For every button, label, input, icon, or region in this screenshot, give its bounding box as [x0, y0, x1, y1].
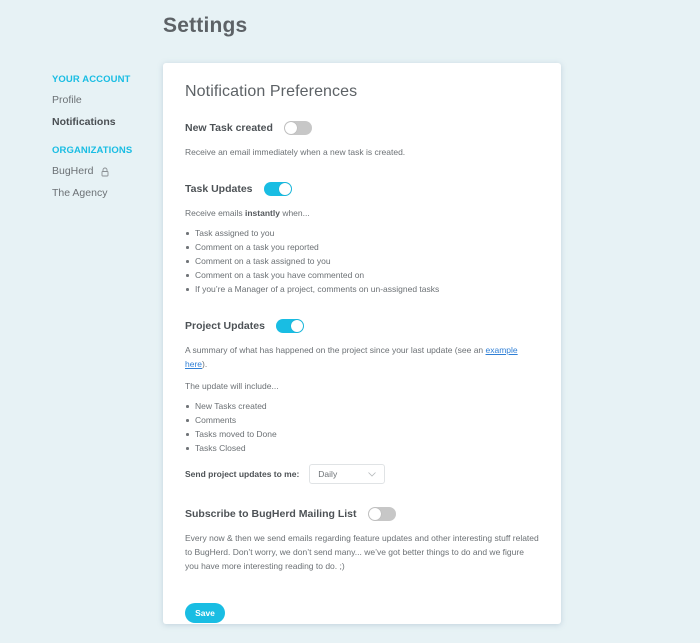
sidebar: YOUR ACCOUNT Profile Notifications ORGAN… [52, 74, 152, 209]
list-item: New Tasks created [185, 399, 539, 413]
task-updates-label: Task Updates [185, 183, 253, 195]
lock-icon [100, 167, 110, 177]
list-item: Comment on a task you reported [185, 240, 539, 254]
list-item: Tasks Closed [185, 441, 539, 455]
sidebar-item-label: Notifications [52, 116, 116, 128]
sidebar-item-the-agency[interactable]: The Agency [52, 187, 152, 200]
project-updates-description: A summary of what has happened on the pr… [185, 345, 518, 369]
card-title: Notification Preferences [185, 83, 358, 100]
list-item: Comment on a task assigned to you [185, 254, 539, 268]
section-new-task: New Task created Receive an email immedi… [185, 120, 539, 159]
project-updates-list: New Tasks created Comments Tasks moved t… [185, 399, 539, 455]
new-task-toggle[interactable] [283, 121, 312, 135]
section-project-updates: Project Updates A summary of what has ha… [185, 318, 539, 484]
section-mailing-list: Subscribe to BugHerd Mailing List Every … [185, 506, 539, 573]
frequency-select[interactable]: Daily [309, 464, 386, 484]
frequency-label: Send project updates to me: [185, 469, 300, 479]
notification-preferences-card: Notification Preferences New Task create… [163, 63, 561, 624]
toggle-knob [278, 183, 291, 195]
list-item: Tasks moved to Done [185, 427, 539, 441]
sidebar-item-notifications[interactable]: Notifications [52, 116, 152, 129]
project-updates-include-intro: The update will include... [185, 381, 279, 391]
task-updates-list: Task assigned to you Comment on a task y… [185, 226, 539, 296]
project-updates-label: Project Updates [185, 320, 265, 332]
save-button[interactable]: Save [185, 603, 225, 623]
list-item: Task assigned to you [185, 226, 539, 240]
list-item: Comments [185, 413, 539, 427]
mailing-list-label: Subscribe to BugHerd Mailing List [185, 508, 357, 520]
chevron-down-icon [368, 471, 377, 477]
task-updates-toggle[interactable] [263, 182, 292, 196]
toggle-knob [284, 122, 297, 134]
list-item: Comment on a task you have commented on [185, 268, 539, 282]
sidebar-item-label: Profile [52, 94, 82, 106]
mailing-list-toggle[interactable] [367, 507, 396, 521]
new-task-description: Receive an email immediately when a new … [185, 147, 406, 157]
section-task-updates: Task Updates Receive emails instantly wh… [185, 181, 539, 296]
toggle-knob [368, 508, 381, 520]
sidebar-heading-organizations: ORGANIZATIONS [52, 145, 133, 156]
mailing-list-description: Every now & then we send emails regardin… [185, 533, 539, 571]
project-updates-toggle[interactable] [275, 319, 304, 333]
frequency-value: Daily [318, 469, 338, 479]
sidebar-item-label: The Agency [52, 187, 108, 199]
toggle-knob [290, 320, 303, 332]
task-updates-description: Receive emails instantly when... [185, 208, 310, 218]
sidebar-item-profile[interactable]: Profile [52, 94, 152, 107]
sidebar-heading-your-account: YOUR ACCOUNT [52, 74, 131, 85]
page-title: Settings [163, 14, 248, 37]
sidebar-item-bugherd[interactable]: BugHerd [52, 165, 152, 178]
sidebar-item-label: BugHerd [52, 165, 94, 177]
list-item: If you’re a Manager of a project, commen… [185, 282, 539, 296]
new-task-label: New Task created [185, 122, 273, 134]
